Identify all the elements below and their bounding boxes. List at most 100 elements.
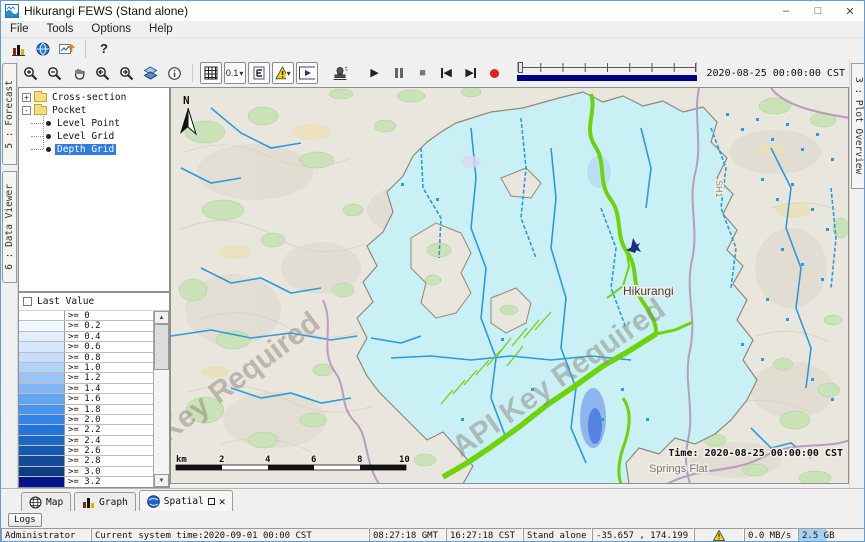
scroll-down-icon[interactable]: ▼	[154, 474, 169, 487]
skip-end-icon: ▶	[465, 68, 475, 79]
tab-plot-overview[interactable]: 3 : Plot Overview	[851, 63, 865, 189]
pan-button[interactable]	[67, 62, 89, 84]
info-button[interactable]	[163, 62, 185, 84]
animation-player-button[interactable]	[296, 62, 318, 84]
contour-value-label: 0.1	[226, 69, 239, 78]
pause-button[interactable]	[388, 62, 410, 84]
map-display-button[interactable]	[32, 38, 54, 60]
status-warning-cell[interactable]	[694, 528, 744, 542]
time-slider-handle[interactable]	[518, 62, 523, 73]
warning-icon	[275, 66, 286, 80]
tree-item-label: Level Grid	[55, 131, 116, 142]
map-canvas[interactable]: API Key Required API Key Required Hikura…	[171, 88, 849, 484]
tab-data-viewer-label: 6 : Data Viewer	[4, 184, 15, 270]
status-transfer-rate: 0.0 MB/s	[744, 528, 798, 542]
svg-text:2: 2	[219, 455, 224, 465]
warning-threshold-dropdown[interactable]: ▾	[272, 62, 294, 84]
time-slider[interactable]	[517, 62, 697, 84]
layers-button[interactable]	[139, 62, 161, 84]
tab-map[interactable]: Map	[21, 492, 71, 511]
minimize-icon[interactable]: –	[770, 1, 802, 21]
time-slider-track[interactable]	[517, 62, 697, 72]
stop-button[interactable]: ■	[412, 62, 434, 84]
tree-item[interactable]: Level Grid	[19, 130, 169, 143]
legend-row[interactable]: >= 2.6	[19, 446, 153, 456]
legend-row[interactable]: >= 1.4	[19, 384, 153, 394]
skip-to-end-button[interactable]: ▶	[460, 62, 482, 84]
legend-label: >= 2.4	[65, 436, 153, 445]
tree-item[interactable]: -Pocket	[19, 104, 169, 117]
zoom-out-button[interactable]	[43, 62, 65, 84]
hand-icon	[71, 66, 86, 81]
menu-file[interactable]: File	[1, 23, 38, 35]
app-logo-icon[interactable]	[5, 4, 19, 18]
legend-row[interactable]: >= 0.2	[19, 321, 153, 331]
maximize-icon[interactable]: □	[802, 1, 834, 21]
legend-panel: Last Value >= 0>= 0.2>= 0.4>= 0.6>= 0.8>…	[18, 292, 170, 488]
zoom-in-button[interactable]	[19, 62, 41, 84]
legend-row[interactable]: >= 2.2	[19, 425, 153, 435]
legend-row[interactable]: >= 2.4	[19, 436, 153, 446]
folder-icon	[34, 106, 47, 115]
tab-forecast[interactable]: 5 : Forecast	[2, 63, 17, 165]
grid-toggle-button[interactable]	[200, 62, 222, 84]
globe-icon	[36, 42, 50, 56]
spatial-display-button[interactable]	[56, 38, 78, 60]
status-mode: Stand alone	[523, 528, 592, 542]
legend-row[interactable]: >= 1.8	[19, 405, 153, 415]
legend-row[interactable]: >= 2.8	[19, 456, 153, 466]
legend-row[interactable]: >= 0.8	[19, 353, 153, 363]
legend-swatch	[19, 467, 65, 476]
scroll-up-icon[interactable]: ▲	[154, 311, 169, 324]
tab-graph[interactable]: Graph	[74, 492, 136, 511]
legend-row[interactable]: >= 2.0	[19, 415, 153, 425]
legend-scrollbar[interactable]: ▲ ▼	[154, 311, 169, 487]
label-toggle-button[interactable]	[248, 62, 270, 84]
legend-swatch	[19, 436, 65, 445]
tab-data-viewer[interactable]: 6 : Data Viewer	[2, 171, 17, 283]
last-value-checkbox[interactable]	[23, 297, 32, 306]
legend-row[interactable]: >= 1.0	[19, 363, 153, 373]
time-slider-line	[518, 67, 696, 68]
tree-item[interactable]: Depth Grid	[19, 143, 169, 156]
legend-row[interactable]: >= 0.6	[19, 342, 153, 352]
legend-label: >= 0.8	[65, 353, 153, 362]
tree-expander-icon[interactable]: -	[22, 106, 31, 115]
menu-tools[interactable]: Tools	[38, 23, 83, 35]
skip-to-start-button[interactable]: ◀	[436, 62, 458, 84]
tree-item[interactable]: Level Point	[19, 117, 169, 130]
status-memory[interactable]: 2.5 GB	[798, 528, 865, 542]
legend-row[interactable]: >= 1.6	[19, 394, 153, 404]
last-value-label: Last Value	[37, 296, 94, 307]
snapshot-stamp-button[interactable]	[329, 62, 351, 84]
tree-item[interactable]: +Cross-section	[19, 91, 169, 104]
logs-button[interactable]: Logs	[8, 513, 42, 527]
menu-options[interactable]: Options	[82, 23, 140, 35]
tab-graph-label: Graph	[99, 497, 128, 508]
menu-help[interactable]: Help	[140, 23, 182, 35]
legend-row[interactable]: >= 0	[19, 311, 153, 321]
legend-row[interactable]: >= 0.4	[19, 332, 153, 342]
close-tab-icon[interactable]: ✕	[219, 496, 226, 507]
maximize-tab-icon[interactable]	[208, 498, 215, 505]
legend-row[interactable]: >= 3.0	[19, 467, 153, 477]
close-icon[interactable]: ✕	[834, 1, 865, 21]
legend-label: >= 1.4	[65, 384, 153, 393]
timeline-span-bar[interactable]	[517, 75, 697, 81]
legend-row[interactable]: >= 1.2	[19, 373, 153, 383]
play-box-icon	[299, 66, 315, 80]
scrollbar-thumb[interactable]	[154, 324, 169, 370]
scrollbar-track[interactable]	[154, 370, 169, 474]
folder-icon	[34, 93, 47, 102]
legend-row[interactable]: >= 3.2	[19, 477, 153, 487]
record-button[interactable]	[484, 62, 506, 84]
tree-expander-icon[interactable]: +	[22, 93, 31, 102]
zoom-previous-button[interactable]	[91, 62, 113, 84]
status-system-time: Current system time:2020-09-01 00:00 CST	[91, 528, 369, 542]
zoom-next-button[interactable]	[115, 62, 137, 84]
help-button[interactable]: ?	[93, 38, 115, 60]
database-display-button[interactable]	[8, 38, 30, 60]
tab-spatial[interactable]: Spatial ✕	[139, 490, 234, 511]
play-button[interactable]: ▶	[364, 62, 386, 84]
contour-interval-dropdown[interactable]: 0.1 ▾	[224, 62, 246, 84]
